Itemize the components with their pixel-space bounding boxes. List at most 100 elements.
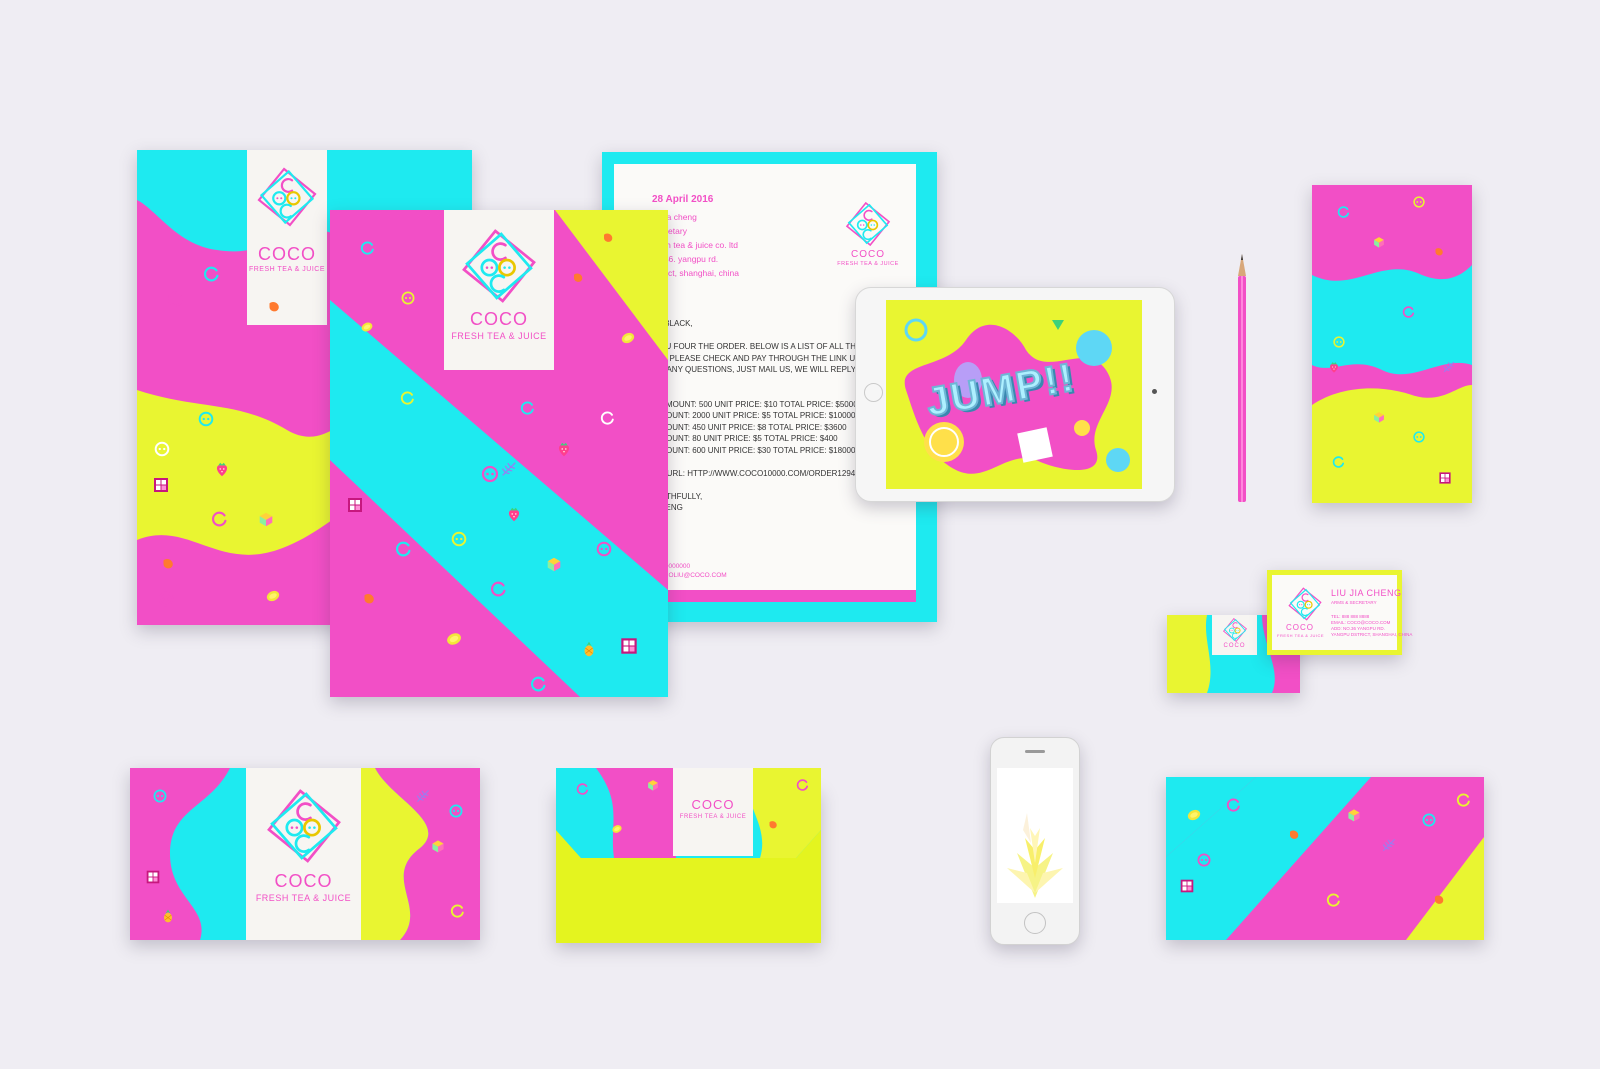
lemon-icon [620,330,636,346]
envelope-right [1166,777,1484,940]
notebook-front-tagline: FRESH TEA & JUICE [451,331,547,341]
letter-body-line: AMOUNT: 450 UNIT PRICE: $8 TOTAL PRICE: … [654,422,847,432]
chocolate-icon [1437,470,1453,486]
coco-logo-icon [264,786,344,866]
bean-icon [570,270,586,286]
strawberry-icon [1327,360,1341,374]
strawberry-icon [213,460,231,478]
letter-body-line: VE ANY QUESTIONS, JUST MAIL US, WE WILL … [654,365,876,374]
ring-icon [450,530,468,548]
leaf-icon [415,788,431,804]
letter-body-line [654,387,878,399]
notebook-back-tagline: FRESH TEA & JUICE [248,266,326,273]
ring-icon [480,464,500,484]
ring-icon [1456,792,1472,808]
ring-icon [576,782,590,796]
leaf-icon [500,460,518,478]
coco-logo-icon [1222,617,1248,643]
business-card-name: LIU JIA CHENG [1331,588,1402,598]
bean-icon [1432,245,1446,259]
cube-icon [545,555,563,573]
cube-icon [257,510,275,528]
ring-icon [211,510,229,528]
letter-date: 28 April 2016 [652,194,714,205]
phone-device [990,737,1080,945]
leaf-icon [1442,360,1456,374]
ring-icon [595,540,613,558]
cube-icon [646,778,660,792]
pineapple-icon [160,908,176,924]
ring-icon [1421,812,1437,828]
business-card-back-brand: COCO [1223,643,1246,649]
business-card-brand: COCO [1286,623,1314,632]
bean-icon [766,818,780,832]
envelope-middle-brand: COCO [691,797,735,812]
letter-body-line [654,330,878,342]
letter-body-line: YOU FOUR THE ORDER. BELOW IS A LIST OF A… [654,342,876,351]
strawberry-icon [555,440,573,458]
business-card-detail: YANGPU DSTRICT, SHANGHAI, CHINA [1331,632,1413,637]
lemon-icon [265,588,281,604]
ring-icon [395,540,413,558]
business-card-tagline: FRESH TEA & JUICE [1277,633,1325,638]
notebook-front: COCO FRESH TEA & JUICE [330,210,668,697]
cube-icon [1346,807,1362,823]
coco-logo-icon [255,165,319,229]
ring-icon [1226,797,1242,813]
bean-icon [360,590,378,608]
ring-icon [600,410,616,426]
envelope-middle: COCO FRESH TEA & JUICE [556,768,821,943]
tablet-device: JUMP!! [855,287,1175,502]
envelope-left-tagline: FRESH TEA & JUICE [255,893,352,903]
business-card-title: ARMS & SECRETARY [1331,600,1377,605]
envelope-middle-tagline: FRESH TEA & JUICE [679,814,747,820]
tablet-home-button[interactable] [864,383,883,402]
ring-icon [530,675,548,693]
letter-body: IR BLACK, YOU FOUR THE ORDER. BELOW IS A… [654,318,878,514]
ring-icon [1412,195,1426,209]
ring-icon [796,778,810,792]
letter-body-line [654,479,878,491]
ring-icon [400,390,416,406]
letter-body-line: CHENG [654,503,683,512]
bean-icon [1286,827,1302,843]
notebook-front-brand: COCO [470,309,528,329]
ring-icon [1337,205,1351,219]
phone-home-button[interactable] [1024,912,1046,934]
phone-speaker [1025,750,1045,753]
ring-icon [1412,430,1426,444]
ring-icon [1326,892,1342,908]
letter-body-line [654,456,878,468]
ring-icon [490,580,508,598]
letter-body-line: LE. [654,376,878,388]
bean-icon [1431,892,1447,908]
lemon-icon [1186,807,1202,823]
ring-icon [197,410,215,428]
envelope-left-brand: COCO [274,871,333,891]
envelope-left: COCO FRESH TEA & JUICE [130,768,480,940]
cube-icon [430,838,446,854]
business-card-front: COCO FRESH TEA & JUICE LIU JIA CHENG ARM… [1267,570,1412,655]
ring-icon [520,400,536,416]
ring-icon [1196,852,1212,868]
ring-icon [152,788,168,804]
phone-screen [997,768,1073,903]
letter-body-line: AMOUNT: 600 UNIT PRICE: $30 TOTAL PRICE:… [654,445,856,455]
coco-logo-icon [844,200,892,248]
ring-icon [157,590,175,608]
letter-body-line: AMOUNT: 2000 UNIT PRICE: $5 TOTAL PRICE:… [654,411,856,420]
pencil-icon [1238,254,1246,502]
chocolate-icon [1178,877,1196,895]
lemon-icon [445,630,463,648]
cube-icon [1372,235,1386,249]
ring-icon [203,265,221,283]
tall-card-right [1312,185,1472,503]
ring-icon [1332,335,1346,349]
strawberry-icon [505,505,523,523]
ring-icon [400,290,416,306]
letter-brand: COCO [851,249,885,260]
bean-icon [600,230,616,246]
lemon-icon [360,320,374,334]
cube-icon [1372,410,1386,424]
chocolate-icon [345,495,365,515]
